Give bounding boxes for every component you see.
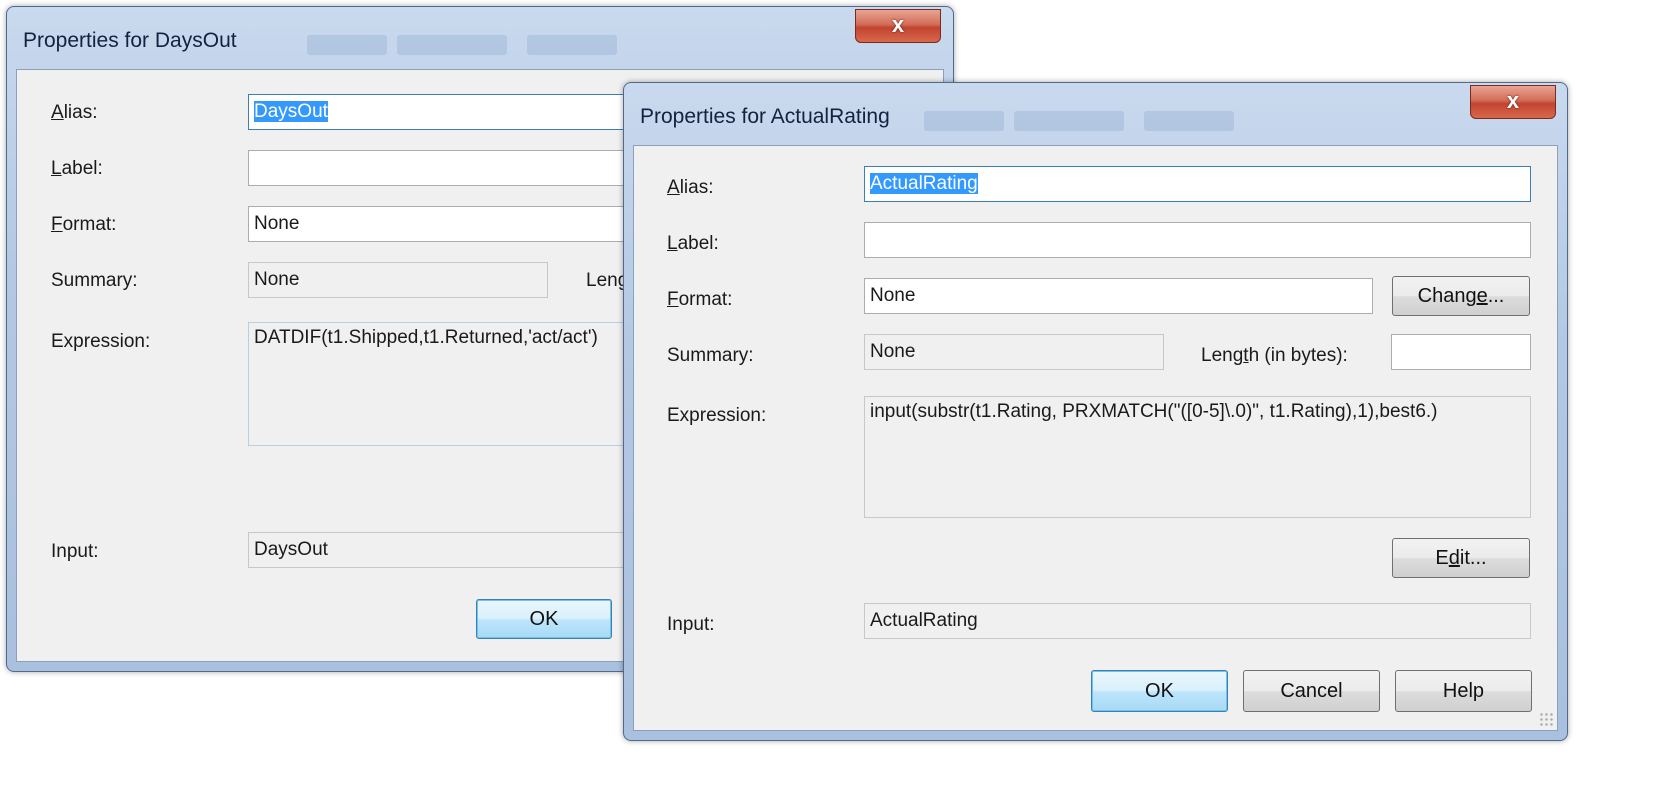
length-label: Length (in bytes):	[1201, 345, 1348, 366]
titlebar-reflection	[527, 35, 617, 55]
summary-field[interactable]: None	[248, 262, 548, 298]
dialog-actualrating-body: Alias: ActualRating Label: Format: None …	[633, 145, 1558, 731]
ok-button[interactable]: OK	[476, 599, 612, 639]
input-label: Input:	[51, 541, 99, 562]
dialog-actualrating: Properties for ActualRating x Alias: Act…	[623, 82, 1568, 741]
titlebar-reflection	[1014, 111, 1124, 131]
edit-expression-button[interactable]: Edit...	[1392, 538, 1530, 578]
summary-label: Summary:	[667, 345, 754, 366]
resize-grip-icon[interactable]	[1539, 712, 1553, 726]
alias-label: Alias:	[667, 177, 714, 198]
format-label: Format:	[51, 214, 117, 235]
help-button[interactable]: Help	[1395, 670, 1532, 712]
cancel-button[interactable]: Cancel	[1243, 670, 1380, 712]
expression-label: Expression:	[51, 331, 151, 352]
dialog-daysout-title: Properties for DaysOut	[23, 29, 237, 52]
dialog-daysout-titlebar[interactable]: Properties for DaysOut x	[7, 7, 953, 69]
change-format-button[interactable]: Change...	[1392, 276, 1530, 316]
label-label: Label:	[51, 158, 103, 179]
label-field[interactable]	[864, 222, 1531, 258]
close-icon[interactable]: x	[855, 9, 941, 43]
format-label: Format:	[667, 289, 733, 310]
format-field[interactable]: None	[864, 278, 1373, 314]
titlebar-reflection	[397, 35, 507, 55]
titlebar-reflection	[1144, 111, 1234, 131]
length-label: Leng	[586, 270, 629, 291]
titlebar-reflection	[924, 111, 1004, 131]
label-label: Label:	[667, 233, 719, 254]
input-field[interactable]: ActualRating	[864, 603, 1531, 639]
titlebar-reflection	[307, 35, 387, 55]
alias-label: Alias:	[51, 102, 98, 123]
close-icon[interactable]: x	[1470, 85, 1556, 119]
expression-field[interactable]: input(substr(t1.Rating, PRXMATCH("([0-5]…	[864, 396, 1531, 518]
length-field[interactable]	[1391, 334, 1531, 370]
alias-field[interactable]: ActualRating	[864, 166, 1531, 202]
summary-field[interactable]: None	[864, 334, 1164, 370]
expression-label: Expression:	[667, 405, 767, 426]
summary-label: Summary:	[51, 270, 138, 291]
ok-button[interactable]: OK	[1091, 670, 1228, 712]
dialog-actualrating-titlebar[interactable]: Properties for ActualRating x	[624, 83, 1567, 145]
input-label: Input:	[667, 614, 715, 635]
dialog-actualrating-title: Properties for ActualRating	[640, 105, 890, 128]
